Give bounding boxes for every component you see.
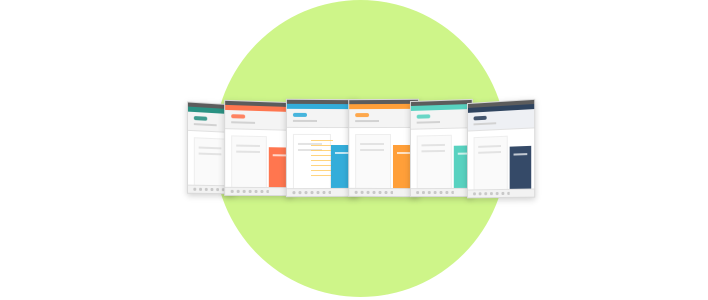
illustration-canvas [0,0,708,300]
taskbar-icons [471,191,510,196]
nav-placeholder [355,120,380,123]
app-screen-4 [348,98,420,198]
logo-icon [355,113,370,118]
logo-icon [292,112,308,117]
app-screen-5 [409,98,473,198]
app-header [349,108,419,129]
menu-list [311,139,333,181]
taskbar-icons [353,190,393,195]
screens-stack [0,0,708,300]
taskbar-icons [290,190,331,195]
app-screen-2 [224,99,294,197]
panel-stripe [272,154,287,157]
app-header [467,109,535,132]
taskbar-icons [229,189,269,194]
app-screen-6 [467,98,536,199]
app-header [410,109,472,130]
taskbar-icons [414,190,454,195]
logo-icon [416,114,431,119]
panel-stripe [334,151,349,154]
logo-icon [473,115,487,121]
logo-icon [231,114,246,119]
logo-icon [193,116,208,121]
nav-placeholder [292,119,318,122]
panel-stripe [396,152,412,155]
app-header [286,108,358,129]
